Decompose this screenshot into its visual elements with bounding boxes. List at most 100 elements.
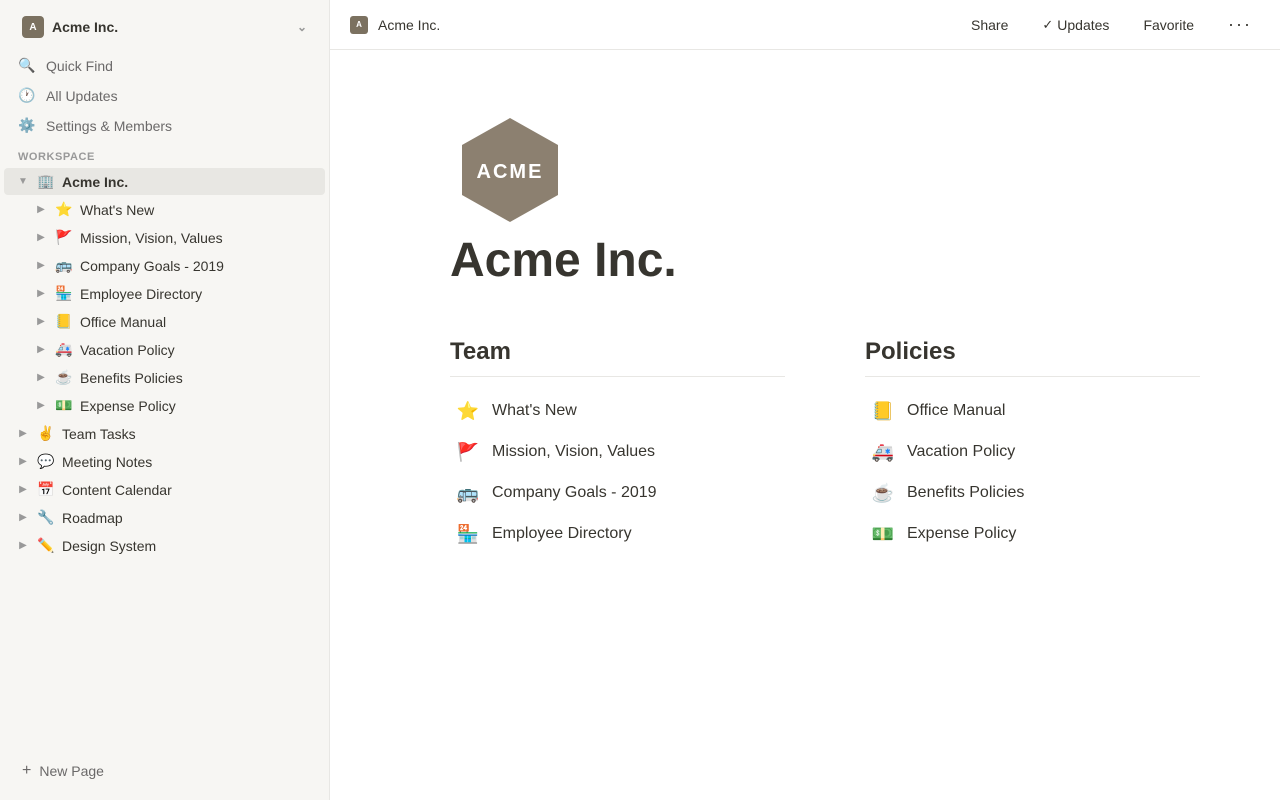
acme-root-label: Acme Inc. [62, 174, 128, 190]
money-icon: 💵 [871, 524, 895, 545]
bus-emoji: 🚌 [54, 257, 74, 274]
meeting-notes-label: Meeting Notes [62, 454, 152, 470]
sidebar-item-mission[interactable]: ▶ 🚩 Mission, Vision, Values [4, 224, 325, 251]
building-icon: 🏪 [456, 524, 480, 545]
flag-icon: 🚩 [456, 442, 480, 463]
list-item[interactable]: 🚌 Company Goals - 2019 [450, 475, 785, 512]
sidebar-item-content-calendar[interactable]: ▶ 📅 Content Calendar [4, 476, 325, 503]
settings-label: Settings & Members [46, 118, 172, 134]
updates-button[interactable]: ✓ Updates [1034, 13, 1117, 37]
expand-arrow-icon: ▶ [16, 512, 30, 523]
sidebar-item-employee-directory[interactable]: ▶ 🏪 Employee Directory [4, 280, 325, 307]
list-item[interactable]: ☕ Benefits Policies [865, 475, 1200, 512]
sidebar-item-company-goals[interactable]: ▶ 🚌 Company Goals - 2019 [4, 252, 325, 279]
sidebar-footer: + New Page [0, 748, 329, 800]
ellipsis-icon: ··· [1228, 14, 1252, 34]
list-item-label: Mission, Vision, Values [492, 443, 655, 461]
team-tasks-label: Team Tasks [62, 426, 136, 442]
notebook-emoji: 📒 [54, 313, 74, 330]
policies-list: 📒 Office Manual 🚑 Vacation Policy ☕ Bene… [865, 393, 1200, 553]
workspace-name-label: Acme Inc. [52, 19, 118, 35]
team-list: ⭐ What's New 🚩 Mission, Vision, Values 🚌… [450, 393, 785, 553]
quick-find-label: Quick Find [46, 58, 113, 74]
expand-arrow-icon: ▶ [34, 400, 48, 411]
topbar-actions: Share ✓ Updates Favorite ··· [963, 10, 1260, 39]
sidebar: A Acme Inc. ⌄ 🔍 Quick Find 🕐 All Updates… [0, 0, 330, 800]
list-item-label: Benefits Policies [907, 484, 1024, 502]
list-item-label: What's New [492, 402, 577, 420]
clock-icon: 🕐 [18, 87, 36, 104]
acme-emoji: 🏢 [36, 173, 56, 190]
sidebar-item-quick-find[interactable]: 🔍 Quick Find [6, 51, 323, 80]
topbar: A Acme Inc. Share ✓ Updates Favorite ··· [330, 0, 1280, 50]
ambulance-emoji: 🚑 [54, 341, 74, 358]
list-item-label: Company Goals - 2019 [492, 484, 657, 502]
office-manual-label: Office Manual [80, 314, 166, 330]
pencil-emoji: ✏️ [36, 537, 56, 554]
wrench-emoji: 🔧 [36, 509, 56, 526]
list-item-label: Employee Directory [492, 525, 632, 543]
workspace-section-label: WORKSPACE [0, 141, 329, 167]
mission-label: Mission, Vision, Values [80, 230, 223, 246]
new-page-label: New Page [39, 763, 104, 779]
list-item-label: Expense Policy [907, 525, 1016, 543]
sidebar-item-design-system[interactable]: ▶ ✏️ Design System [4, 532, 325, 559]
employee-directory-label: Employee Directory [80, 286, 202, 302]
expand-arrow-icon: ▶ [16, 428, 30, 439]
list-item-label: Office Manual [907, 402, 1005, 420]
flag-emoji: 🚩 [54, 229, 74, 246]
workspace-title[interactable]: A Acme Inc. ⌄ [12, 10, 317, 44]
sidebar-item-whats-new[interactable]: ▶ ⭐ What's New [4, 196, 325, 223]
more-button[interactable]: ··· [1220, 10, 1260, 39]
list-item[interactable]: 🏪 Employee Directory [450, 516, 785, 553]
topbar-workspace-icon: A [350, 16, 368, 34]
calendar-emoji: 📅 [36, 481, 56, 498]
roadmap-label: Roadmap [62, 510, 123, 526]
expand-arrow-icon: ▶ [34, 344, 48, 355]
gear-icon: ⚙️ [18, 117, 36, 134]
sidebar-item-office-manual[interactable]: ▶ 📒 Office Manual [4, 308, 325, 335]
vacation-policy-label: Vacation Policy [80, 342, 175, 358]
notebook-icon: 📒 [871, 401, 895, 422]
expand-arrow-icon: ▶ [34, 204, 48, 215]
favorite-button[interactable]: Favorite [1135, 13, 1202, 37]
ambulance-icon: 🚑 [871, 442, 895, 463]
page-body: ACME Acme Inc. Team ⭐ What's New 🚩 Missi… [330, 50, 1280, 613]
list-item[interactable]: ⭐ What's New [450, 393, 785, 430]
list-item[interactable]: 🚑 Vacation Policy [865, 434, 1200, 471]
sidebar-item-expense-policy[interactable]: ▶ 💵 Expense Policy [4, 392, 325, 419]
list-item[interactable]: 📒 Office Manual [865, 393, 1200, 430]
list-item[interactable]: 💵 Expense Policy [865, 516, 1200, 553]
sidebar-nav: 🔍 Quick Find 🕐 All Updates ⚙️ Settings &… [0, 50, 329, 141]
sidebar-item-vacation-policy[interactable]: ▶ 🚑 Vacation Policy [4, 336, 325, 363]
sidebar-item-all-updates[interactable]: 🕐 All Updates [6, 81, 323, 110]
peace-emoji: ✌️ [36, 425, 56, 442]
sidebar-item-team-tasks[interactable]: ▶ ✌️ Team Tasks [4, 420, 325, 447]
sidebar-item-roadmap[interactable]: ▶ 🔧 Roadmap [4, 504, 325, 531]
sidebar-item-settings[interactable]: ⚙️ Settings & Members [6, 111, 323, 140]
search-icon: 🔍 [18, 57, 36, 74]
policies-heading: Policies [865, 338, 1200, 377]
new-page-button[interactable]: + New Page [12, 756, 317, 786]
team-heading: Team [450, 338, 785, 377]
sidebar-item-acme-root[interactable]: ▼ 🏢 Acme Inc. [4, 168, 325, 195]
svg-text:ACME: ACME [477, 161, 544, 183]
list-item[interactable]: 🚩 Mission, Vision, Values [450, 434, 785, 471]
plus-icon: + [22, 762, 31, 780]
expand-arrow-icon: ▶ [34, 232, 48, 243]
sidebar-item-meeting-notes[interactable]: ▶ 💬 Meeting Notes [4, 448, 325, 475]
bus-icon: 🚌 [456, 483, 480, 504]
topbar-page-title: Acme Inc. [378, 17, 440, 33]
star-icon: ⭐ [456, 401, 480, 422]
team-column: Team ⭐ What's New 🚩 Mission, Vision, Val… [450, 338, 785, 553]
expand-arrow-icon: ▶ [16, 484, 30, 495]
two-col-section: Team ⭐ What's New 🚩 Mission, Vision, Val… [450, 338, 1200, 553]
design-system-label: Design System [62, 538, 156, 554]
share-button[interactable]: Share [963, 13, 1016, 37]
speech-bubble-emoji: 💬 [36, 453, 56, 470]
page-title: Acme Inc. [450, 235, 1200, 288]
sidebar-item-benefits-policies[interactable]: ▶ ☕ Benefits Policies [4, 364, 325, 391]
workspace-icon: A [22, 16, 44, 38]
coffee-icon: ☕ [871, 483, 895, 504]
company-goals-label: Company Goals - 2019 [80, 258, 224, 274]
